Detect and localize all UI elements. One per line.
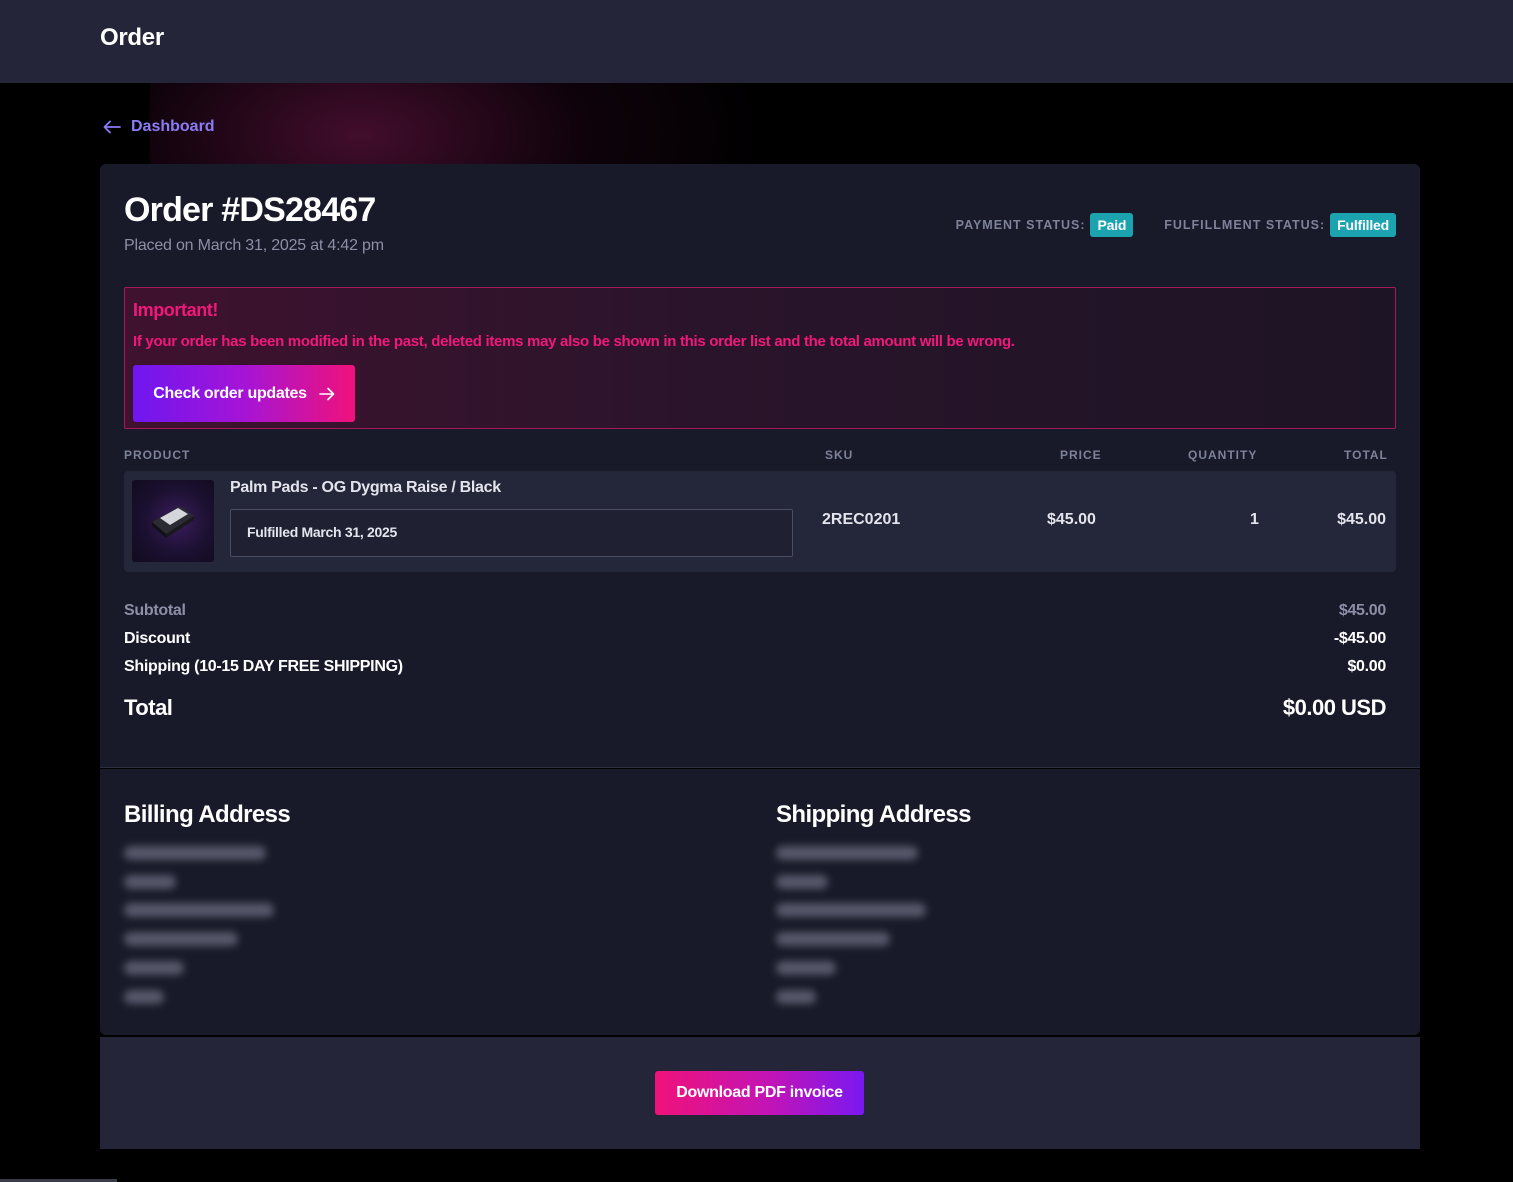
back-link-label: Dashboard (131, 118, 215, 135)
check-order-updates-label: Check order updates (153, 384, 307, 402)
arrow-right-icon (318, 387, 335, 400)
row-sku: 2REC0201 (822, 511, 901, 528)
addresses-section: Billing Address Shipping Address (100, 769, 1420, 1035)
row-total: $45.00 (1337, 511, 1386, 528)
invoice-footer: Download PDF invoice (100, 1037, 1420, 1149)
fulfillment-status-badge: Fulfilled (1330, 213, 1396, 237)
total-label: Total (124, 695, 173, 720)
alert-title: Important! (133, 300, 218, 320)
shipping-address-redacted-line (776, 875, 828, 889)
total-value: $0.00 USD (1282, 695, 1387, 720)
row-price: $45.00 (1047, 511, 1096, 528)
download-pdf-invoice-button[interactable]: Download PDF invoice (655, 1071, 864, 1115)
shipping-value: $0.00 (1347, 658, 1386, 675)
product-thumbnail (132, 480, 214, 562)
shipping-address-redacted-line (776, 990, 816, 1004)
column-header-quantity: QUANTITY (1188, 448, 1258, 462)
fulfillment-info: Fulfilled March 31, 2025 (230, 509, 793, 557)
shipping-label: Shipping (10-15 DAY FREE SHIPPING) (124, 658, 403, 675)
fulfillment-status-label: FULFILLMENT STATUS: (1164, 218, 1326, 232)
alert-message: If your order has been modified in the p… (133, 333, 1015, 350)
check-order-updates-button[interactable]: Check order updates (133, 365, 355, 422)
subtotal-value: $45.00 (1338, 602, 1386, 619)
billing-address-redacted-line (124, 990, 164, 1004)
shipping-address-redacted-line (776, 961, 836, 975)
billing-address-redacted-line (124, 846, 266, 860)
payment-status-badge: Paid (1090, 213, 1134, 237)
fulfillment-date: Fulfilled March 31, 2025 (247, 524, 397, 540)
billing-address-redacted-line (124, 932, 238, 946)
row-quantity: 1 (1250, 511, 1259, 528)
arrow-left-icon (103, 120, 121, 134)
back-to-dashboard-link[interactable]: Dashboard (103, 115, 215, 139)
page-title: Order (100, 24, 164, 51)
order-title: Order #DS28467 (124, 191, 376, 229)
top-bar: Order (0, 0, 1513, 83)
shipping-address-redacted-line (776, 932, 890, 946)
billing-address-title: Billing Address (124, 801, 291, 828)
column-header-product: PRODUCT (124, 448, 191, 462)
column-header-total: TOTAL (1344, 448, 1388, 462)
shipping-address-redacted-line (776, 903, 926, 917)
divider (100, 767, 1420, 768)
subtotal-label: Subtotal (124, 602, 186, 619)
table-row: Palm Pads - OG Dygma Raise / Black Fulfi… (124, 471, 1396, 572)
status-row: PAYMENT STATUS: Paid FULFILLMENT STATUS:… (956, 213, 1396, 237)
discount-label: Discount (124, 630, 191, 647)
column-header-sku: SKU (825, 448, 854, 462)
shipping-address-redacted-line (776, 846, 918, 860)
discount-value: -$45.00 (1333, 630, 1386, 647)
payment-status-label: PAYMENT STATUS: (955, 218, 1086, 232)
shipping-address-title: Shipping Address (776, 801, 971, 828)
billing-address-redacted-line (124, 903, 274, 917)
column-header-price: PRICE (1060, 448, 1102, 462)
palm-pad-image-icon (152, 506, 194, 538)
order-placed-date: Placed on March 31, 2025 at 4:42 pm (124, 237, 384, 254)
important-alert: Important! If your order has been modifi… (124, 287, 1396, 429)
order-card: Order #DS28467 Placed on March 31, 2025 … (100, 164, 1420, 767)
product-name: Palm Pads - OG Dygma Raise / Black (230, 479, 501, 496)
billing-address-redacted-line (124, 961, 184, 975)
billing-address-redacted-line (124, 875, 176, 889)
